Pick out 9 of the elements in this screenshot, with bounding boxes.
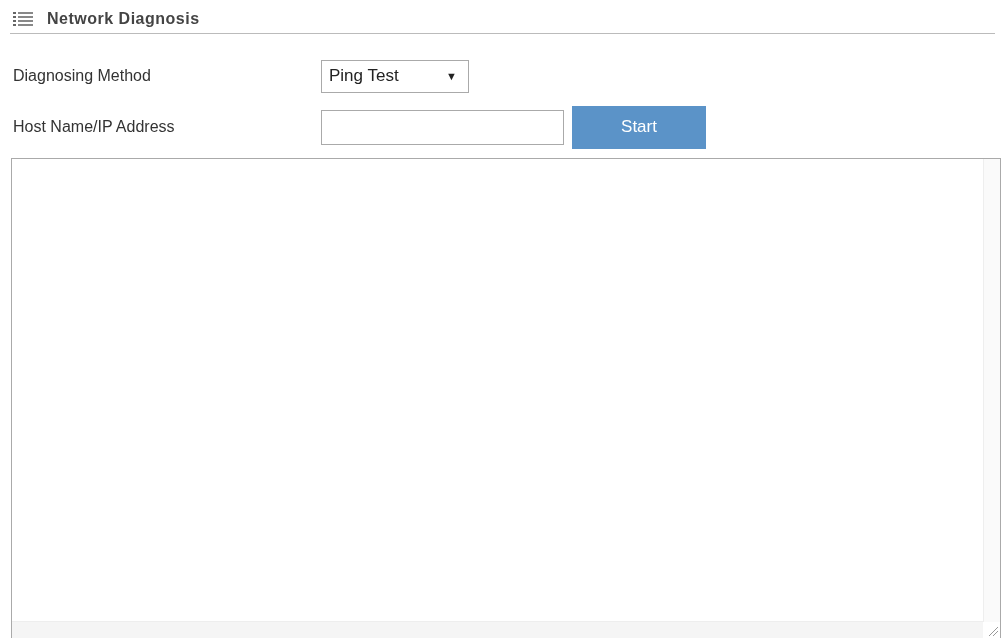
host-input[interactable] bbox=[321, 109, 564, 145]
vertical-scrollbar[interactable] bbox=[983, 159, 1000, 622]
field-label: Host Name/IP Address bbox=[12, 117, 176, 137]
section-title: Network Diagnosis bbox=[47, 9, 200, 29]
list-icon bbox=[13, 12, 33, 26]
field-label: Diagnosing Method bbox=[12, 66, 152, 86]
horizontal-scrollbar[interactable] bbox=[12, 621, 983, 638]
resize-handle-icon[interactable] bbox=[987, 625, 999, 637]
method-select[interactable]: Ping Test ▼ bbox=[321, 59, 469, 93]
